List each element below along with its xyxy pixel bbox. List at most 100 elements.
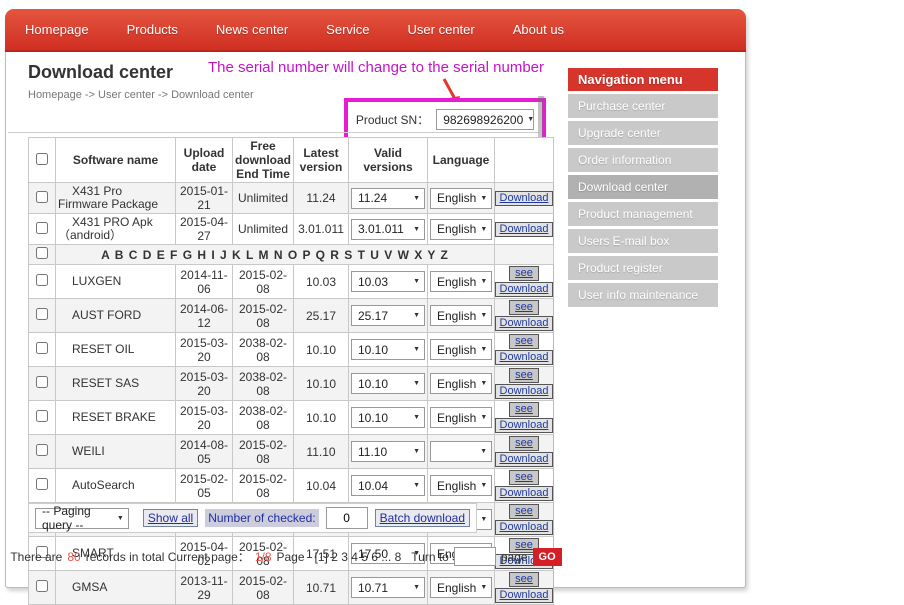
sidebar-item-purchase-center[interactable]: Purchase center bbox=[568, 94, 718, 118]
row-checkbox[interactable] bbox=[36, 274, 48, 286]
valid-version-select[interactable]: 10.10▼ bbox=[351, 373, 425, 394]
language-select[interactable]: English▼ bbox=[430, 407, 492, 428]
paging-query-value: -- Paging query -- bbox=[42, 504, 113, 532]
download-button[interactable]: Download bbox=[495, 520, 553, 535]
sidebar-item-product-management[interactable]: Product management bbox=[568, 202, 718, 226]
valid-version-select[interactable]: 11.10▼ bbox=[351, 441, 425, 462]
latest-version: 10.10 bbox=[294, 401, 349, 435]
valid-version-select[interactable]: 11.24▼ bbox=[351, 188, 425, 209]
language-select[interactable]: English▼ bbox=[430, 219, 492, 240]
valid-version-select[interactable]: 10.10▼ bbox=[351, 407, 425, 428]
product-sn-value: 982698926200 bbox=[443, 113, 523, 127]
software-name: RESET BRAKE bbox=[56, 401, 176, 435]
batch-download-button[interactable]: Batch download bbox=[375, 509, 470, 527]
download-button[interactable]: Download bbox=[495, 418, 553, 433]
table-cell bbox=[29, 401, 56, 435]
free-download-end-time: 2038-02-08 bbox=[233, 401, 294, 435]
turn-to-page-input[interactable] bbox=[454, 547, 496, 566]
sidebar-item-user-info-maintenance[interactable]: User info maintenance bbox=[568, 283, 718, 307]
nav-item-user-center[interactable]: User center bbox=[408, 22, 475, 37]
go-button[interactable]: GO bbox=[533, 548, 562, 566]
table-row: X431 Pro Firmware Package2015-01-21Unlim… bbox=[29, 183, 554, 214]
product-sn-select[interactable]: 982698926200 ▼ bbox=[436, 109, 534, 130]
nav-item-homepage[interactable]: Homepage bbox=[25, 22, 89, 37]
sidebar-item-download-center[interactable]: Download center bbox=[568, 175, 718, 199]
table-header-row: Software nameUpload dateFree download En… bbox=[29, 138, 554, 183]
latest-version: 10.71 bbox=[294, 571, 349, 605]
download-button[interactable]: Download bbox=[495, 384, 553, 399]
see-button[interactable]: see bbox=[509, 368, 539, 383]
valid-version-select[interactable]: 25.17▼ bbox=[351, 305, 425, 326]
checked-count-input[interactable] bbox=[326, 507, 368, 529]
page-title: Download center bbox=[28, 62, 173, 83]
see-button[interactable]: see bbox=[509, 300, 539, 315]
table-row: WEILI2014-08-052015-02-0811.1011.10▼▼see… bbox=[29, 435, 554, 469]
table-cell: seeDownload bbox=[495, 469, 554, 503]
column-header-actions bbox=[495, 138, 554, 183]
language-select[interactable]: English▼ bbox=[430, 339, 492, 360]
row-checkbox[interactable] bbox=[36, 376, 48, 388]
valid-version-select[interactable]: 3.01.011▼ bbox=[351, 219, 425, 240]
see-button[interactable]: see bbox=[509, 334, 539, 349]
download-button[interactable]: Download bbox=[495, 350, 553, 365]
see-button[interactable]: see bbox=[509, 436, 539, 451]
download-button[interactable]: Download bbox=[495, 486, 553, 501]
alphabet-index[interactable]: A B C D E F G H I J K L M N O P Q R S T … bbox=[56, 245, 495, 265]
download-button[interactable]: Download bbox=[495, 588, 553, 603]
download-button[interactable]: Download bbox=[495, 452, 553, 467]
valid-version-select[interactable]: 10.71▼ bbox=[351, 577, 425, 598]
select-all-checkbox[interactable] bbox=[36, 153, 48, 165]
page-links[interactable]: [1] 2 3 4 5 6 ... 8 bbox=[315, 550, 402, 564]
nav-item-news-center[interactable]: News center bbox=[216, 22, 288, 37]
language-select[interactable]: English▼ bbox=[430, 577, 492, 598]
table-cell: English▼ bbox=[428, 299, 495, 333]
language-select[interactable]: English▼ bbox=[430, 373, 492, 394]
table-cell: 10.10▼ bbox=[349, 333, 428, 367]
language-select[interactable]: English▼ bbox=[430, 271, 492, 292]
valid-version-select[interactable]: 10.03▼ bbox=[351, 271, 425, 292]
language-select[interactable]: English▼ bbox=[430, 305, 492, 326]
valid-version-select[interactable]: 10.04▼ bbox=[351, 475, 425, 496]
language-select[interactable]: English▼ bbox=[430, 475, 492, 496]
see-button[interactable]: see bbox=[509, 470, 539, 485]
row-checkbox[interactable] bbox=[36, 410, 48, 422]
row-checkbox[interactable] bbox=[36, 222, 48, 234]
table-row: RESET BRAKE2015-03-202038-02-0810.1010.1… bbox=[29, 401, 554, 435]
sidebar-item-order-information[interactable]: Order information bbox=[568, 148, 718, 172]
see-button[interactable]: see bbox=[509, 572, 539, 587]
show-all-button[interactable]: Show all bbox=[143, 509, 198, 527]
row-checkbox[interactable] bbox=[36, 247, 48, 259]
see-button[interactable]: see bbox=[509, 266, 539, 281]
row-checkbox[interactable] bbox=[36, 478, 48, 490]
download-button[interactable]: Download bbox=[495, 191, 553, 206]
sidebar-item-product-register[interactable]: Product register bbox=[568, 256, 718, 280]
table-cell: 3.01.011▼ bbox=[349, 214, 428, 245]
see-button[interactable]: see bbox=[509, 504, 539, 519]
chevron-down-icon: ▼ bbox=[480, 312, 487, 319]
row-checkbox[interactable] bbox=[36, 308, 48, 320]
nav-item-about-us[interactable]: About us bbox=[513, 22, 564, 37]
language-select-value: English bbox=[437, 479, 476, 493]
see-button[interactable]: see bbox=[509, 402, 539, 417]
nav-item-service[interactable]: Service bbox=[326, 22, 369, 37]
download-button[interactable]: Download bbox=[495, 282, 553, 297]
language-select[interactable]: ▼ bbox=[430, 441, 492, 462]
valid-version-select[interactable]: 10.10▼ bbox=[351, 339, 425, 360]
row-checkbox[interactable] bbox=[36, 580, 48, 592]
row-checkbox[interactable] bbox=[36, 191, 48, 203]
page-suffix-label: page bbox=[501, 550, 528, 564]
upload-date: 2015-03-20 bbox=[176, 367, 233, 401]
language-select-value: English bbox=[437, 343, 476, 357]
row-checkbox[interactable] bbox=[36, 342, 48, 354]
download-button[interactable]: Download bbox=[495, 222, 553, 237]
sidebar-item-users-e-mail-box[interactable]: Users E-mail box bbox=[568, 229, 718, 253]
paging-query-select[interactable]: -- Paging query -- ▼ bbox=[35, 508, 129, 529]
chevron-down-icon: ▼ bbox=[413, 380, 420, 387]
language-select[interactable]: English▼ bbox=[430, 188, 492, 209]
sidebar-item-upgrade-center[interactable]: Upgrade center bbox=[568, 121, 718, 145]
language-select-value: English bbox=[437, 191, 476, 205]
chevron-down-icon: ▼ bbox=[413, 448, 420, 455]
row-checkbox[interactable] bbox=[36, 444, 48, 456]
nav-item-products[interactable]: Products bbox=[127, 22, 178, 37]
download-button[interactable]: Download bbox=[495, 316, 553, 331]
